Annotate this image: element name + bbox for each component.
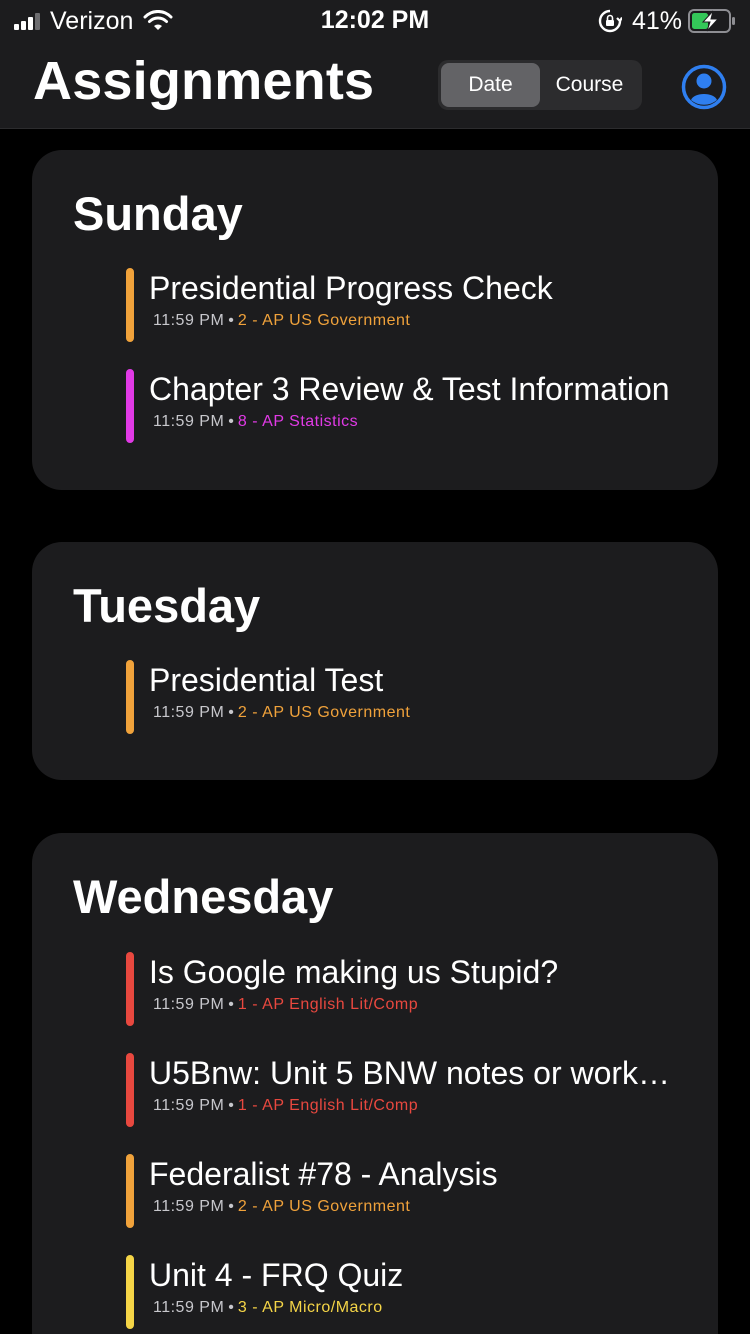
course-label: 3 - AP Micro/Macro xyxy=(237,1299,383,1316)
day-title: Wednesday xyxy=(73,870,334,923)
course-label: 2 - AP US Government xyxy=(237,312,411,329)
course-label: 1 - AP English Lit/Comp xyxy=(237,1097,419,1114)
assignment-title: Is Google making us Stupid? xyxy=(149,954,559,990)
battery-percent: 41% xyxy=(631,6,682,35)
assignment-item[interactable]: Federalist #78 - Analysis 11:59 PM • 2 - A… xyxy=(126,1154,686,1230)
segment-course[interactable]: Course xyxy=(540,63,639,107)
course-label: 8 - AP Statistics xyxy=(237,413,359,430)
course-label: 2 - AP US Government xyxy=(237,704,411,721)
profile-icon[interactable] xyxy=(681,64,727,110)
assignment-meta: 11:59 PM • 1 - AP English Lit/Comp xyxy=(153,1097,418,1115)
assignment-item[interactable]: Presidential Progress Check 11:59 PM • 2 -… xyxy=(126,268,686,344)
course-label: 2 - AP US Government xyxy=(237,1198,411,1215)
due-time: 11:59 PM xyxy=(153,1097,225,1114)
course-color-bar xyxy=(126,268,134,342)
assignment-item[interactable]: Presidential Test 11:59 PM • 2 - AP US Gov… xyxy=(126,660,686,736)
assignment-title: Presidential Progress Check xyxy=(149,270,553,306)
status-bar: Verizon 12:02 PM 41% xyxy=(0,0,750,40)
course-label: 1 - AP English Lit/Comp xyxy=(237,996,419,1013)
assignment-meta: 11:59 PM • 3 - AP Micro/Macro xyxy=(153,1299,383,1317)
separator-dot: • xyxy=(228,312,234,329)
day-card-wednesday: Wednesday Is Google making us Stupid? 11… xyxy=(32,833,718,1334)
assignment-title: U5Bnw: Unit 5 BNW notes or worksheet xyxy=(149,1055,679,1091)
assignment-meta: 11:59 PM • 2 - AP US Government xyxy=(153,1198,410,1216)
status-right: 41% xyxy=(598,6,736,36)
due-time: 11:59 PM xyxy=(153,996,225,1013)
due-time: 11:59 PM xyxy=(153,704,225,721)
assignment-title: Federalist #78 - Analysis xyxy=(149,1156,498,1192)
page-title: Assignments xyxy=(33,51,375,111)
course-color-bar xyxy=(126,660,134,734)
due-time: 11:59 PM xyxy=(153,312,225,329)
assignment-title: Presidential Test xyxy=(149,662,384,698)
separator-dot: • xyxy=(228,704,234,721)
course-color-bar xyxy=(126,952,134,1026)
course-color-bar xyxy=(126,1255,134,1329)
assignment-meta: 11:59 PM • 2 - AP US Government xyxy=(153,704,410,722)
separator-dot: • xyxy=(228,1097,234,1114)
course-color-bar xyxy=(126,369,134,443)
battery-charging-icon xyxy=(688,9,735,33)
assignment-item[interactable]: Chapter 3 Review & Test Information 11:5… xyxy=(126,369,686,445)
assignment-title: Unit 4 - FRQ Quiz xyxy=(149,1257,404,1293)
separator-dot: • xyxy=(228,996,234,1013)
assignment-item[interactable]: Is Google making us Stupid? 11:59 PM • 1 -… xyxy=(126,952,686,1028)
assignment-item[interactable]: Unit 4 - FRQ Quiz 11:59 PM • 3 - AP Micro/… xyxy=(126,1255,686,1331)
sort-segmented-control[interactable]: Date Course xyxy=(438,60,642,110)
assignment-meta: 11:59 PM • 1 - AP English Lit/Comp xyxy=(153,996,418,1014)
assignment-meta: 11:59 PM • 2 - AP US Government xyxy=(153,312,410,330)
day-title: Tuesday xyxy=(73,579,261,632)
course-color-bar xyxy=(126,1154,134,1228)
nav-header: Assignments Date Course xyxy=(0,40,750,129)
segment-date[interactable]: Date xyxy=(441,63,540,107)
due-time: 11:59 PM xyxy=(153,413,225,430)
assignment-meta: 11:59 PM • 8 - AP Statistics xyxy=(153,413,358,431)
day-card-tuesday: Tuesday Presidential Test 11:59 PM • 2 - A… xyxy=(32,542,718,780)
separator-dot: • xyxy=(228,413,234,430)
separator-dot: • xyxy=(228,1198,234,1215)
due-time: 11:59 PM xyxy=(153,1299,225,1316)
orientation-lock-icon xyxy=(598,9,622,33)
course-color-bar xyxy=(126,1053,134,1127)
due-time: 11:59 PM xyxy=(153,1198,225,1215)
day-card-sunday: Sunday Presidential Progress Check 11:59… xyxy=(32,150,718,490)
assignment-item[interactable]: U5Bnw: Unit 5 BNW notes or worksheet 11:… xyxy=(126,1053,686,1129)
separator-dot: • xyxy=(228,1299,234,1316)
day-title: Sunday xyxy=(73,187,243,240)
screen: Verizon 12:02 PM 41% Assignments Date Co… xyxy=(0,0,750,1334)
assignment-title: Chapter 3 Review & Test Information xyxy=(149,371,670,407)
